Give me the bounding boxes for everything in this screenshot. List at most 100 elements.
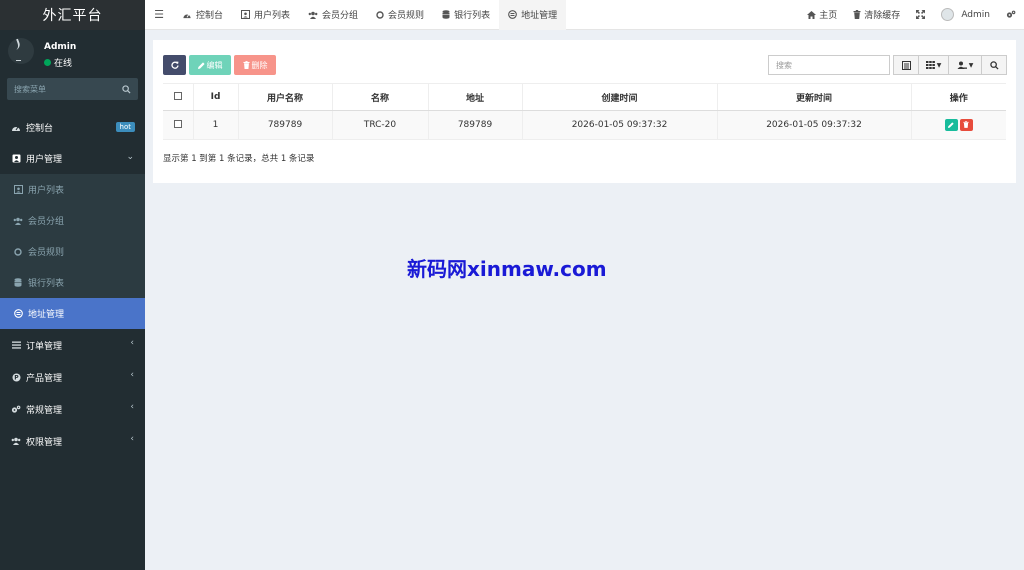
sidebar-item-label: 权限管理 <box>26 437 63 448</box>
trash-icon <box>242 61 250 69</box>
search-icon <box>989 60 999 70</box>
sidebar-menu: 控制台 hot 用户管理 ⌄ 用户列表 会员分组 会员规则 银行列表 地址管理 … <box>0 112 145 457</box>
database-icon <box>442 10 450 19</box>
row-edit-button[interactable] <box>944 119 958 132</box>
sidebar-search-input[interactable]: 搜索菜单 <box>7 78 138 100</box>
admin-menu[interactable]: Admin <box>933 8 998 21</box>
brand-logo[interactable]: 外汇平台 <box>0 0 145 30</box>
sidebar-item-label: 会员规则 <box>28 248 65 258</box>
table-search-placeholder: 搜索 <box>776 60 792 70</box>
columns-button[interactable]: ▼ <box>918 55 949 75</box>
column-header[interactable]: 用户名称 <box>238 83 333 111</box>
clear-cache-button[interactable]: 清除缓存 <box>845 8 908 21</box>
sidebar-item-user-mgmt[interactable]: 用户管理 ⌄ <box>0 143 145 174</box>
user-name: Admin <box>44 42 77 52</box>
table-tools: ▼ ▼ <box>893 55 1007 75</box>
sidebar-item-label: 用户列表 <box>28 186 65 196</box>
sidebar-menu-lower: 订单管理 ‹ P 产品管理 ‹ 常规管理 ‹ 权限管理 ‹ <box>0 329 145 457</box>
table-toolbar: 编辑 删除 <box>163 55 276 75</box>
user-panel: Admin 在线 <box>0 34 145 74</box>
tab-label: 用户列表 <box>254 11 291 21</box>
column-header[interactable]: 地址 <box>428 83 523 111</box>
column-header[interactable]: Id <box>193 83 239 111</box>
avatar <box>941 8 955 21</box>
tab-label: 控制台 <box>196 11 224 21</box>
tab-dashboard[interactable]: 控制台 <box>173 0 232 30</box>
circle-icon <box>376 10 384 19</box>
row-delete-button[interactable] <box>959 118 973 131</box>
row-checkbox[interactable] <box>173 119 182 128</box>
tab-bank-list[interactable]: 银行列表 <box>433 0 499 30</box>
cell-username: 789789 <box>238 110 333 140</box>
table-row[interactable]: 1 789789 TRC-20 789789 2026-01-05 09:37:… <box>163 110 1006 140</box>
user-list-icon <box>241 10 251 19</box>
fullscreen-button[interactable] <box>908 10 933 19</box>
table-header-row: Id 用户名称 名称 地址 创建时间 更新时间 操作 <box>163 83 1006 111</box>
pencil-icon <box>948 122 954 129</box>
cell-created: 2026-01-05 09:37:32 <box>522 110 718 140</box>
table-search-input[interactable]: 搜索 <box>768 55 890 75</box>
select-all-checkbox[interactable] <box>173 91 182 100</box>
circle-icon <box>13 247 23 256</box>
sidebar-item-label: 产品管理 <box>26 373 63 384</box>
refresh-button[interactable] <box>163 55 186 75</box>
tab-member-group[interactable]: 会员分组 <box>299 0 367 30</box>
delete-label: 删除 <box>251 60 268 70</box>
sidebar-item-member-rule[interactable]: 会员规则 <box>0 236 145 267</box>
column-header[interactable]: 创建时间 <box>522 83 718 111</box>
trash-icon <box>963 121 969 129</box>
delete-button[interactable]: 删除 <box>234 55 276 75</box>
cogs-icon <box>1006 10 1016 18</box>
sidebar-item-address-mgmt[interactable]: 地址管理 <box>0 298 145 329</box>
sidebar-item-label: 用户管理 <box>26 155 63 165</box>
user-box-icon <box>11 154 21 164</box>
sidebar-item-permission-mgmt[interactable]: 权限管理 ‹ <box>0 425 145 457</box>
dashboard-icon <box>11 123 21 133</box>
search-icon[interactable] <box>122 84 131 94</box>
home-label: 主页 <box>819 11 838 21</box>
home-icon <box>807 10 817 19</box>
sidebar-item-member-group[interactable]: 会员分组 <box>0 205 145 236</box>
hot-badge: hot <box>115 122 135 132</box>
sidebar-item-general-mgmt[interactable]: 常规管理 ‹ <box>0 393 145 425</box>
row-select-cell <box>163 110 194 140</box>
tab-address-mgmt[interactable]: 地址管理 <box>499 0 567 30</box>
refresh-icon <box>170 61 179 69</box>
chevron-left-icon: ‹ <box>130 338 134 348</box>
sidebar-item-bank-list[interactable]: 银行列表 <box>0 267 145 298</box>
chevron-down-icon: ⌄ <box>126 152 134 162</box>
export-button[interactable]: ▼ <box>948 55 982 75</box>
cell-name: TRC-20 <box>332 110 429 140</box>
edit-button[interactable]: 编辑 <box>189 55 231 75</box>
chevron-left-icon: ‹ <box>130 434 134 444</box>
database-icon <box>13 278 23 287</box>
column-header[interactable]: 名称 <box>332 83 429 111</box>
sidebar-item-dashboard[interactable]: 控制台 hot <box>0 112 145 143</box>
sidebar-item-order-mgmt[interactable]: 订单管理 ‹ <box>0 329 145 361</box>
cell-address: 789789 <box>428 110 523 140</box>
sidebar-item-product-mgmt[interactable]: P 产品管理 ‹ <box>0 361 145 393</box>
trash-icon <box>853 10 861 19</box>
address-icon <box>13 309 23 318</box>
menu-toggle-icon[interactable]: ☰ <box>145 8 173 21</box>
column-header[interactable]: 更新时间 <box>717 83 912 111</box>
sidebar-item-label: 控制台 <box>26 124 54 134</box>
avatar <box>8 38 34 64</box>
select-all-cell <box>163 83 194 111</box>
toggle-view-button[interactable] <box>893 55 919 75</box>
cogs-icon <box>11 404 21 414</box>
sidebar-item-label: 会员分组 <box>28 217 65 227</box>
watermark: 新码网xinmaw.com <box>407 257 607 281</box>
top-navbar: ☰ 控制台 用户列表 会员分组 会员规则 银行列表 地址管理 主页 清除缓存 A… <box>145 0 1024 30</box>
tab-member-rule[interactable]: 会员规则 <box>367 0 433 30</box>
group-icon <box>11 436 21 446</box>
settings-button[interactable] <box>998 10 1024 19</box>
chevron-left-icon: ‹ <box>130 370 134 380</box>
sidebar-item-user-list[interactable]: 用户列表 <box>0 174 145 205</box>
advanced-search-button[interactable] <box>981 55 1007 75</box>
cell-id: 1 <box>193 110 239 140</box>
admin-label: Admin <box>961 9 990 20</box>
home-link[interactable]: 主页 <box>799 8 845 21</box>
tab-label: 银行列表 <box>454 11 491 21</box>
tab-user-list[interactable]: 用户列表 <box>232 0 299 30</box>
